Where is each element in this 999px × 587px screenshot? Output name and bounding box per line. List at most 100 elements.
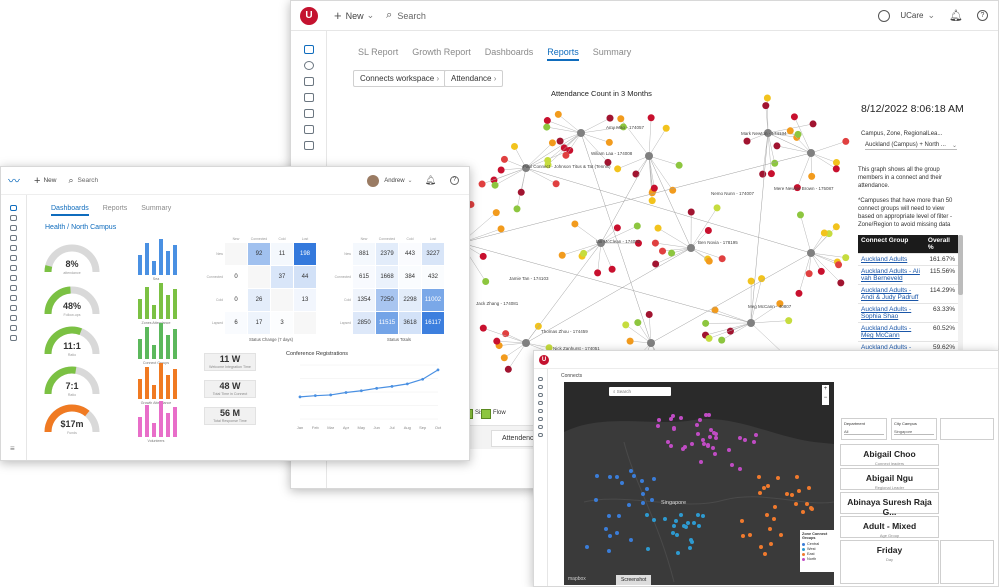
bar[interactable] — [152, 423, 156, 437]
matrix-cell[interactable] — [225, 243, 247, 265]
zoom-out-button[interactable]: − — [822, 394, 829, 403]
bar[interactable] — [152, 305, 156, 319]
map-marker[interactable] — [696, 523, 701, 528]
map-marker[interactable] — [771, 517, 776, 522]
line-point[interactable] — [375, 386, 379, 390]
member-node[interactable] — [622, 321, 630, 329]
new-plus-icon[interactable]: + — [334, 8, 342, 23]
bar[interactable] — [145, 327, 149, 359]
line-point[interactable] — [405, 382, 409, 386]
map-marker[interactable] — [794, 475, 799, 479]
line-point[interactable] — [421, 377, 425, 381]
person-icon[interactable] — [538, 385, 543, 389]
search-icon[interactable]: ⌕ — [68, 175, 73, 186]
map-marker[interactable] — [804, 501, 809, 506]
member-node[interactable] — [805, 270, 813, 278]
member-node[interactable] — [796, 211, 804, 219]
matrix-cell[interactable]: 384 — [399, 266, 421, 288]
member-node[interactable] — [633, 222, 641, 230]
map-marker[interactable] — [789, 492, 794, 497]
table-row[interactable]: Auckland Adults - Ali vah Berneveld 115.5… — [858, 265, 958, 285]
bar[interactable] — [166, 251, 170, 275]
search-icon[interactable]: ⌕ — [386, 9, 392, 22]
map-marker[interactable] — [651, 476, 656, 481]
matrix-cell[interactable]: 3227 — [422, 243, 444, 265]
member-node[interactable] — [759, 170, 767, 178]
card-icon[interactable] — [10, 305, 17, 311]
line-point[interactable] — [359, 389, 363, 393]
member-node[interactable] — [842, 137, 850, 145]
map-marker[interactable] — [739, 518, 744, 523]
member-node[interactable] — [491, 181, 499, 189]
matrix-cell[interactable]: 26 — [248, 289, 270, 311]
member-node[interactable] — [654, 224, 662, 232]
map-marker[interactable] — [679, 512, 683, 517]
map-marker[interactable] — [651, 518, 656, 523]
mail-icon[interactable] — [10, 265, 17, 271]
member-node[interactable] — [837, 279, 845, 287]
filter-dropdown[interactable]: Auckland (Campus) + North ... ⌄ — [865, 142, 957, 150]
connect-hub-node[interactable] — [687, 244, 695, 252]
map-marker[interactable] — [665, 439, 670, 444]
member-node[interactable] — [704, 226, 712, 234]
bar[interactable] — [159, 363, 163, 399]
matrix-cell[interactable] — [248, 266, 270, 288]
member-node[interactable] — [479, 252, 487, 260]
matrix-cell[interactable]: 1354 — [353, 289, 375, 311]
member-node[interactable] — [835, 261, 843, 269]
connect-hub-node[interactable] — [577, 129, 585, 137]
map-marker[interactable] — [763, 551, 768, 556]
member-node[interactable] — [513, 205, 521, 213]
map-marker[interactable] — [714, 435, 719, 440]
member-node[interactable] — [517, 188, 525, 196]
map-marker[interactable] — [701, 437, 706, 442]
connect-hub-node[interactable] — [807, 149, 815, 157]
tab-reports[interactable]: Reports — [547, 47, 579, 61]
member-node[interactable] — [763, 94, 771, 102]
chevron-down-icon[interactable]: ⌄ — [367, 10, 375, 21]
matrix-cell[interactable]: 17 — [248, 312, 270, 334]
bar[interactable] — [159, 401, 163, 437]
bar[interactable] — [166, 295, 170, 319]
member-node[interactable] — [543, 117, 551, 125]
chevron-down-icon[interactable]: ⌄ — [408, 177, 413, 184]
member-node[interactable] — [758, 275, 766, 283]
calendar-icon[interactable] — [303, 109, 314, 118]
member-node[interactable] — [548, 139, 556, 147]
map-marker[interactable] — [706, 413, 711, 417]
group-name[interactable]: Auckland Adults - Ali vah Berneveld — [858, 265, 925, 285]
member-node[interactable] — [726, 327, 734, 335]
member-node[interactable] — [705, 257, 713, 265]
map-canvas[interactable]: ⌕ Search + − Singapore Zone Connect Group… — [564, 382, 834, 585]
map-marker[interactable] — [748, 532, 753, 537]
member-node[interactable] — [771, 159, 779, 167]
member-card[interactable]: Adult - Mixed Age Group — [840, 516, 939, 538]
member-node[interactable] — [562, 151, 570, 159]
column-header[interactable]: Overall % — [924, 235, 958, 254]
menu-icon[interactable]: ≡ — [10, 444, 15, 453]
member-node[interactable] — [832, 223, 840, 231]
matrix-cell[interactable]: 2850 — [353, 312, 375, 334]
map-marker[interactable] — [737, 435, 742, 440]
tab-dashboards[interactable]: Dashboards — [485, 47, 534, 61]
connect-hub-node[interactable] — [747, 319, 755, 327]
history-icon[interactable] — [10, 285, 17, 291]
map-marker[interactable] — [620, 481, 624, 485]
line-point[interactable] — [390, 384, 394, 388]
connect-hub-node[interactable] — [645, 152, 653, 160]
member-node[interactable] — [580, 249, 588, 257]
map-marker[interactable] — [809, 506, 814, 511]
matrix-cell[interactable]: 11002 — [422, 289, 444, 311]
clipboard-icon[interactable] — [10, 275, 17, 281]
map-marker[interactable] — [775, 475, 780, 480]
matrix-cell[interactable]: 7250 — [376, 289, 398, 311]
member-node[interactable] — [500, 354, 508, 362]
member-node[interactable] — [632, 170, 640, 178]
monitor-icon[interactable] — [303, 45, 314, 54]
new-button[interactable]: New — [43, 177, 56, 184]
member-node[interactable] — [645, 311, 653, 319]
map-marker[interactable] — [742, 438, 747, 443]
member-node[interactable] — [652, 260, 660, 268]
bar[interactable] — [145, 367, 149, 399]
bar[interactable] — [173, 289, 177, 319]
